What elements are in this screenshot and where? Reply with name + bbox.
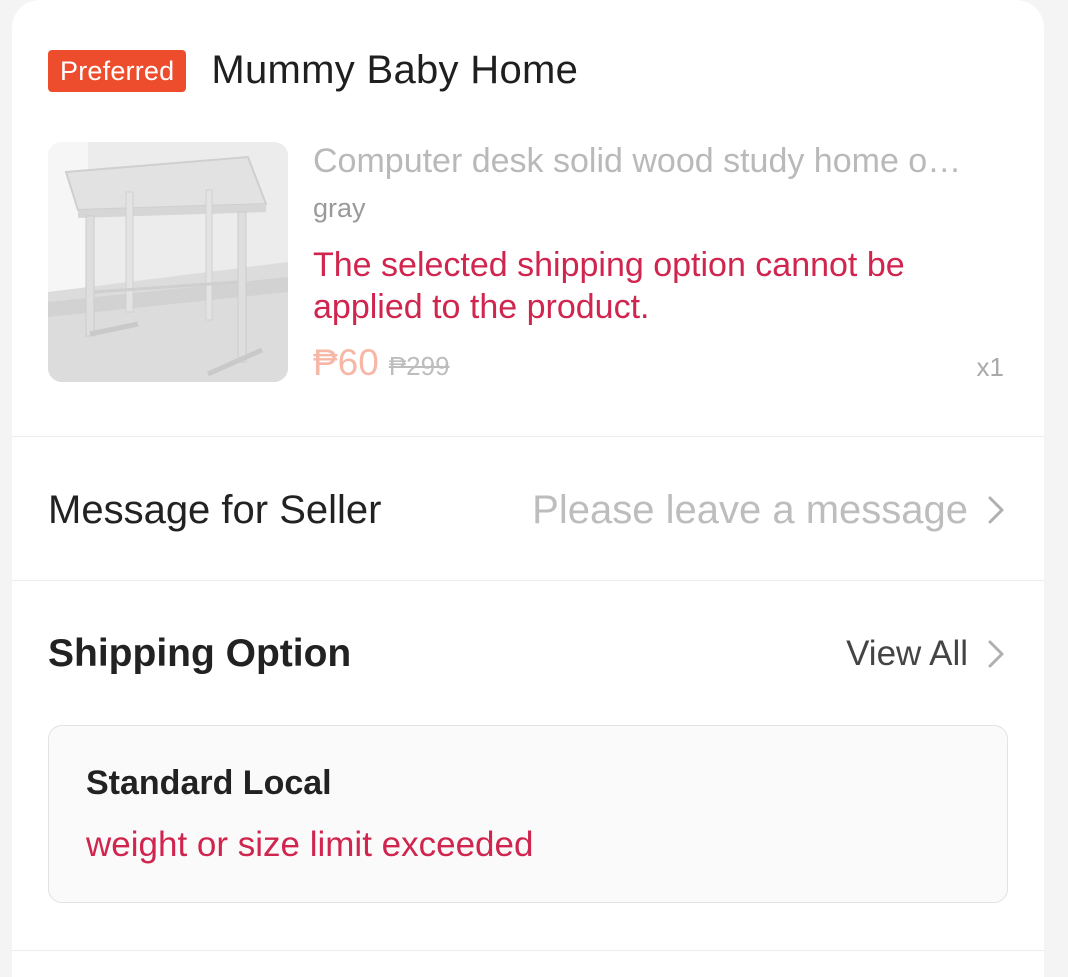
divider: [12, 436, 1044, 437]
price-row: ₱60 ₱299: [313, 342, 450, 384]
preferred-badge: Preferred: [48, 49, 187, 92]
desk-product-image: [48, 142, 288, 382]
product-price: ₱60: [313, 342, 379, 383]
shipping-option-card[interactable]: Standard Local weight or size limit exce…: [48, 725, 1008, 903]
view-all-label[interactable]: View All: [846, 634, 968, 674]
message-label: Message for Seller: [48, 487, 382, 532]
chevron-right-icon: [988, 496, 1004, 524]
product-variant: gray: [313, 193, 366, 223]
shipping-option-header: Shipping Option View All: [48, 626, 1008, 682]
product-original-price: ₱299: [388, 351, 450, 381]
shop-name[interactable]: Mummy Baby Home: [211, 48, 578, 93]
shipping-option-label: Shipping Option: [48, 632, 352, 675]
message-for-seller-row[interactable]: Message for Seller Please leave a messag…: [48, 482, 1008, 538]
product-shipping-error: The selected shipping option cannot be a…: [313, 246, 905, 326]
shop-header[interactable]: Preferred Mummy Baby Home: [48, 48, 578, 93]
product-quantity: x1: [976, 352, 1004, 382]
product-title[interactable]: Computer desk solid wood study home o…: [313, 142, 1013, 181]
message-placeholder[interactable]: Please leave a message: [532, 488, 968, 533]
divider: [12, 580, 1044, 581]
shop-order-card: Preferred Mummy Baby Home Computer desk …: [12, 0, 1044, 977]
shipping-option-error: weight or size limit exceeded: [86, 825, 534, 864]
message-input-area[interactable]: Please leave a message: [532, 488, 1008, 533]
divider: [12, 950, 1044, 951]
chevron-right-icon: [988, 640, 1004, 668]
view-all-button[interactable]: View All: [846, 634, 1008, 674]
shipping-option-name: Standard Local: [86, 764, 332, 802]
product-thumbnail[interactable]: [48, 142, 288, 382]
